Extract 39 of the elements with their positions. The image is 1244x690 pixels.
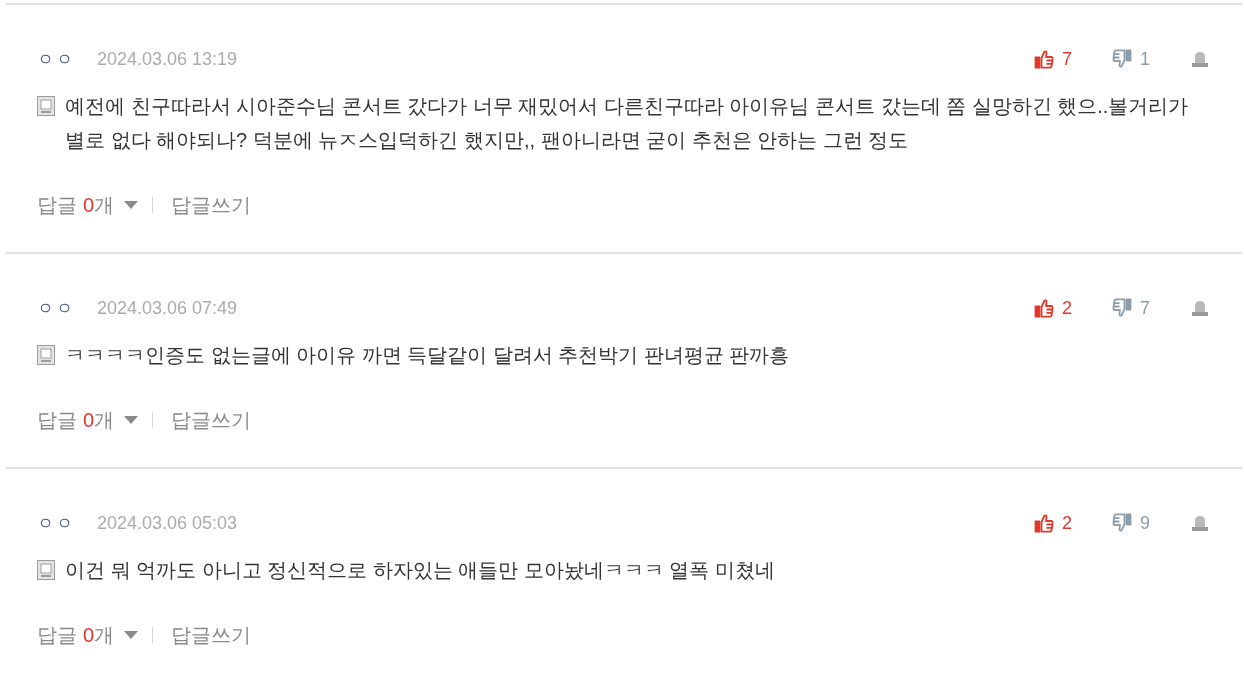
thumbs-up-icon (1033, 298, 1054, 318)
comment-date: 2024.03.06 05:03 (97, 512, 238, 534)
siren-icon (1190, 514, 1210, 532)
siren-icon (1190, 299, 1210, 317)
write-reply-button[interactable]: 답글쓰기 (171, 191, 252, 219)
comment-date: 2024.03.06 07:49 (97, 297, 238, 319)
dislike-button[interactable]: 9 (1112, 512, 1150, 534)
replies-toggle[interactable]: 답글 0개 (37, 406, 139, 434)
document-icon (37, 96, 55, 116)
replies-toggle[interactable]: 답글 0개 (37, 621, 139, 649)
siren-icon (1190, 50, 1210, 68)
replies-toggle[interactable]: 답글 0개 (37, 191, 139, 219)
thumbs-up-icon (1033, 513, 1054, 533)
thumbs-down-icon (1112, 298, 1132, 318)
like-button[interactable]: 2 (1033, 297, 1072, 319)
dislike-button[interactable]: 7 (1112, 297, 1150, 319)
caret-icon (124, 416, 139, 424)
caret-icon (124, 631, 139, 639)
comment-date: 2024.03.06 13:19 (97, 48, 238, 70)
document-icon (37, 345, 55, 365)
author-name[interactable]: ㅇㅇ (37, 296, 75, 320)
document-icon (37, 560, 55, 580)
write-reply-button[interactable]: 답글쓰기 (171, 621, 252, 649)
thumbs-down-icon (1112, 49, 1132, 69)
thumbs-up-icon (1033, 49, 1054, 69)
author-name[interactable]: ㅇㅇ (37, 47, 75, 71)
dislike-button[interactable]: 1 (1112, 48, 1150, 70)
comment-text: 이건 뭐 억까도 아니고 정신적으로 하자있는 애들만 모아놨네ㅋㅋㅋ 열폭 미쳤네 (65, 558, 775, 583)
report-button[interactable] (1190, 514, 1210, 532)
write-reply-button[interactable]: 답글쓰기 (171, 406, 252, 434)
comment-text: 예전에 친구따라서 시아준수님 콘서트 갔다가 너무 재밌어서 다른친구따라 아이유님 콘서트 갔는데 쫌 실망하긴 했으..볼거리가 별로 없다 해야되나? 덕분에 뉴ㅈ스입덕하긴 했지만,, 팬아니라면 굳이 추천은 안하는 그런 정도 (65, 94, 1190, 153)
author-name[interactable]: ㅇㅇ (37, 511, 75, 535)
thumbs-down-icon (1112, 513, 1132, 533)
comment-text: ㅋㅋㅋㅋ인증도 없는글에 아이유 까면 득달같이 달려서 추천박기 판녀평균 판까흥 (65, 343, 790, 368)
report-button[interactable] (1190, 50, 1210, 68)
report-button[interactable] (1190, 299, 1210, 317)
caret-icon (124, 201, 139, 209)
like-button[interactable]: 2 (1033, 512, 1072, 534)
like-button[interactable]: 7 (1033, 48, 1072, 70)
